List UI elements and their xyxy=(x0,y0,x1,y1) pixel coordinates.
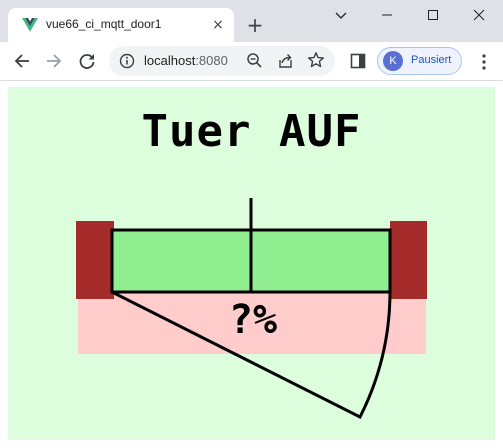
address-bar[interactable]: localhost:8080 xyxy=(109,46,335,76)
door-graphic xyxy=(76,198,427,420)
maximize-button[interactable] xyxy=(410,0,456,30)
forward-arrow-icon[interactable] xyxy=(44,51,64,71)
back-arrow-icon[interactable] xyxy=(12,51,32,71)
url-host: localhost xyxy=(144,53,196,68)
door-open-percentage: ?% xyxy=(228,297,278,343)
chevron-down-icon xyxy=(335,12,347,19)
tab-strip: vue66_ci_mqtt_door1 × + xyxy=(0,0,503,42)
tab-title: vue66_ci_mqtt_door1 xyxy=(46,17,162,31)
tab-close-button[interactable]: × xyxy=(210,17,226,33)
new-tab-button[interactable]: + xyxy=(244,14,266,36)
url-port: :8080 xyxy=(195,53,228,68)
menu-dots-icon[interactable] xyxy=(482,54,486,70)
reload-icon[interactable] xyxy=(77,51,97,71)
zoom-icon[interactable] xyxy=(246,52,263,69)
profile-status-label: Pausiert xyxy=(411,54,452,66)
share-icon[interactable] xyxy=(277,52,294,69)
page-viewport: Tuer AUF ?% xyxy=(0,81,503,448)
profile-button[interactable]: K Pausiert xyxy=(377,47,462,75)
avatar: K xyxy=(383,51,403,71)
close-window-button[interactable] xyxy=(456,0,502,30)
minimize-button[interactable] xyxy=(364,0,410,30)
door-widget: Tuer AUF ?% xyxy=(8,87,495,440)
browser-toolbar: localhost:8080 K Pausiert xyxy=(0,42,503,80)
maximize-icon xyxy=(428,10,438,20)
close-icon xyxy=(473,9,485,21)
door-frame-left xyxy=(76,221,114,299)
door-frame-right xyxy=(390,221,427,299)
url-text[interactable]: localhost:8080 xyxy=(144,53,228,68)
minimize-icon xyxy=(382,14,392,16)
tab-search-button[interactable] xyxy=(318,0,364,30)
info-icon[interactable] xyxy=(119,53,135,69)
tab-active[interactable]: vue66_ci_mqtt_door1 × xyxy=(8,8,234,42)
vue-favicon-icon xyxy=(22,18,38,32)
star-icon[interactable] xyxy=(307,51,325,69)
side-panel-icon[interactable] xyxy=(350,53,366,69)
